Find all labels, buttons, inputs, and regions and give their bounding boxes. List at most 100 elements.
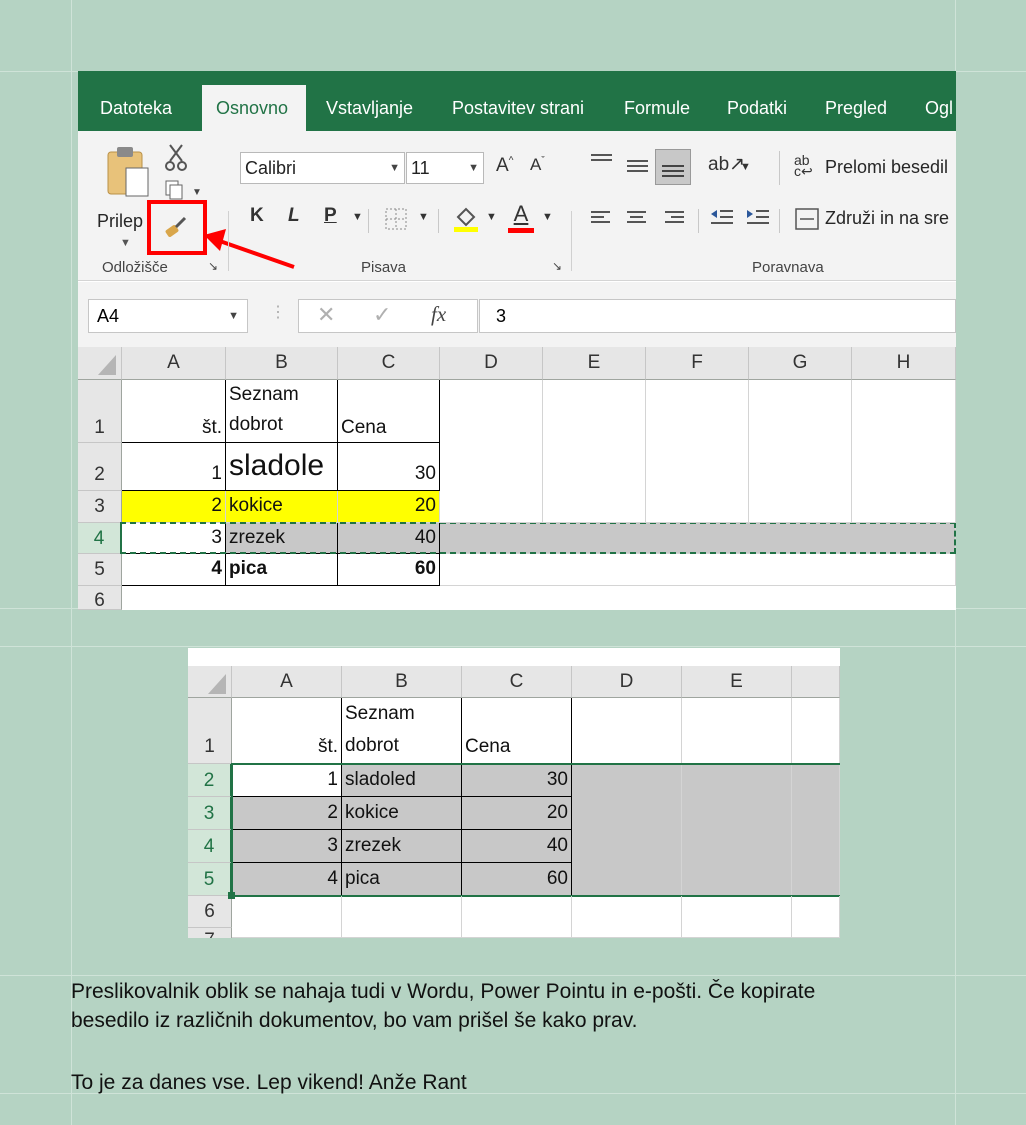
cell-a1[interactable]: št.	[122, 380, 226, 443]
column-header-b[interactable]: B	[226, 347, 338, 380]
cell-c5[interactable]: 60	[338, 554, 440, 586]
row-header-2[interactable]: 2	[78, 443, 122, 491]
select-all-corner[interactable]	[78, 347, 122, 380]
select-all-corner[interactable]	[188, 666, 232, 698]
cell-b1[interactable]: Seznam dobrot	[226, 380, 338, 443]
font-color-button[interactable]: A	[508, 201, 534, 233]
tab-pregled[interactable]: Pregled	[811, 85, 901, 131]
empty-cell[interactable]	[440, 380, 543, 523]
row-header-5[interactable]: 5	[78, 554, 122, 586]
column-header-d[interactable]: D	[572, 666, 682, 698]
cell-c1[interactable]: Cena	[338, 380, 440, 443]
row-header-1[interactable]: 1	[188, 698, 232, 764]
column-header-f[interactable]	[792, 666, 840, 698]
column-header-h[interactable]: H	[852, 347, 956, 380]
align-top-icon[interactable]	[588, 151, 616, 171]
align-left-icon[interactable]	[588, 207, 614, 229]
font-dialog-launcher-icon[interactable]: ↘	[552, 259, 562, 273]
clipboard-paste-icon[interactable]	[104, 144, 154, 202]
column-header-a[interactable]: A	[232, 666, 342, 698]
chevron-down-icon[interactable]: ▼	[228, 300, 239, 332]
underline-button[interactable]: P	[324, 205, 337, 227]
empty-cell[interactable]	[462, 896, 572, 938]
empty-cell[interactable]	[342, 896, 462, 938]
shrink-font-button[interactable]: Aˇ	[530, 155, 545, 175]
merge-center-icon[interactable]	[794, 207, 820, 231]
tab-datoteka[interactable]: Datoteka	[86, 85, 186, 131]
tab-vstavljanje[interactable]: Vstavljanje	[312, 85, 427, 131]
row-header-4[interactable]: 4	[78, 523, 122, 554]
formula-input[interactable]: 3	[479, 299, 956, 333]
chevron-down-icon[interactable]: ▼	[486, 211, 497, 223]
grow-font-button[interactable]: A^	[496, 155, 513, 177]
empty-cell[interactable]	[543, 380, 646, 523]
empty-cell[interactable]	[232, 896, 342, 938]
row-header-6[interactable]: 6	[78, 586, 122, 610]
empty-cell[interactable]	[440, 554, 956, 586]
chevron-down-icon[interactable]: ▼	[542, 211, 553, 223]
insert-function-button[interactable]: fx	[431, 302, 446, 327]
cell-b1[interactable]: Seznam dobrot	[342, 698, 462, 764]
chevron-down-icon[interactable]: ▼	[740, 161, 751, 173]
row-header-3[interactable]: 3	[188, 797, 232, 830]
cell-a5[interactable]: 4	[122, 554, 226, 586]
empty-cell[interactable]	[682, 698, 792, 764]
empty-cell[interactable]	[682, 896, 792, 938]
column-header-e[interactable]: E	[543, 347, 646, 380]
font-size-combo[interactable]: 11 ▼	[406, 152, 484, 184]
chevron-down-icon[interactable]: ▼	[352, 211, 363, 223]
empty-cell[interactable]	[792, 896, 840, 938]
format-painter-icon[interactable]	[163, 213, 191, 241]
column-header-a[interactable]: A	[122, 347, 226, 380]
tab-osnovno[interactable]: Osnovno	[202, 85, 306, 131]
align-center-icon[interactable]	[624, 207, 650, 229]
column-header-e[interactable]: E	[682, 666, 792, 698]
paste-dropdown-arrow[interactable]: ▼	[120, 237, 131, 249]
empty-cell[interactable]	[572, 896, 682, 938]
cell-b5[interactable]: pica	[226, 554, 338, 586]
align-right-icon[interactable]	[662, 207, 688, 229]
column-header-g[interactable]: G	[749, 347, 852, 380]
cell-c2[interactable]: 30	[338, 443, 440, 491]
row-header-4[interactable]: 4	[188, 830, 232, 863]
font-name-combo[interactable]: Calibri ▼	[240, 152, 405, 184]
column-header-c[interactable]: C	[462, 666, 572, 698]
empty-cell[interactable]	[792, 698, 840, 764]
cell-a2[interactable]: 1	[122, 443, 226, 491]
cancel-icon[interactable]: ✕	[317, 302, 335, 328]
row-header-7[interactable]: 7	[188, 928, 232, 938]
empty-cell[interactable]	[852, 380, 956, 523]
row-header-2[interactable]: 2	[188, 764, 232, 797]
tab-podatki[interactable]: Podatki	[713, 85, 801, 131]
copy-icon[interactable]: ▼	[164, 179, 204, 201]
row-header-1[interactable]: 1	[78, 380, 122, 443]
empty-cell[interactable]	[749, 380, 852, 523]
column-header-f[interactable]: F	[646, 347, 749, 380]
bold-button[interactable]: K	[250, 205, 264, 227]
cell-c3[interactable]: 20	[338, 491, 440, 523]
cell-c1[interactable]: Cena	[462, 698, 572, 764]
column-header-c[interactable]: C	[338, 347, 440, 380]
fill-color-icon[interactable]	[452, 203, 480, 233]
clipboard-dialog-launcher-icon[interactable]: ↘	[208, 259, 218, 273]
name-box[interactable]: A4 ▼	[88, 299, 248, 333]
enter-icon[interactable]: ✓	[373, 302, 391, 328]
wrap-text-button[interactable]: Prelomi besedil	[825, 157, 948, 178]
tab-ogled[interactable]: Ogl	[911, 85, 956, 131]
wrap-text-icon[interactable]: ab c↩	[794, 153, 813, 178]
column-header-d[interactable]: D	[440, 347, 543, 380]
column-header-b[interactable]: B	[342, 666, 462, 698]
cell-b2[interactable]: sladole	[226, 443, 338, 491]
row-header-5[interactable]: 5	[188, 863, 232, 896]
align-middle-icon[interactable]	[624, 155, 652, 175]
italic-button[interactable]: L	[288, 205, 300, 227]
cell-b3[interactable]: kokice	[226, 491, 338, 523]
row-header-3[interactable]: 3	[78, 491, 122, 523]
scissors-icon[interactable]	[164, 143, 188, 173]
cell-a1[interactable]: št.	[232, 698, 342, 764]
align-bottom-button[interactable]	[655, 149, 691, 185]
tab-postavitev-strani[interactable]: Postavitev strani	[438, 85, 598, 131]
borders-icon[interactable]	[384, 207, 410, 231]
cell-a3[interactable]: 2	[122, 491, 226, 523]
tab-formule[interactable]: Formule	[610, 85, 704, 131]
